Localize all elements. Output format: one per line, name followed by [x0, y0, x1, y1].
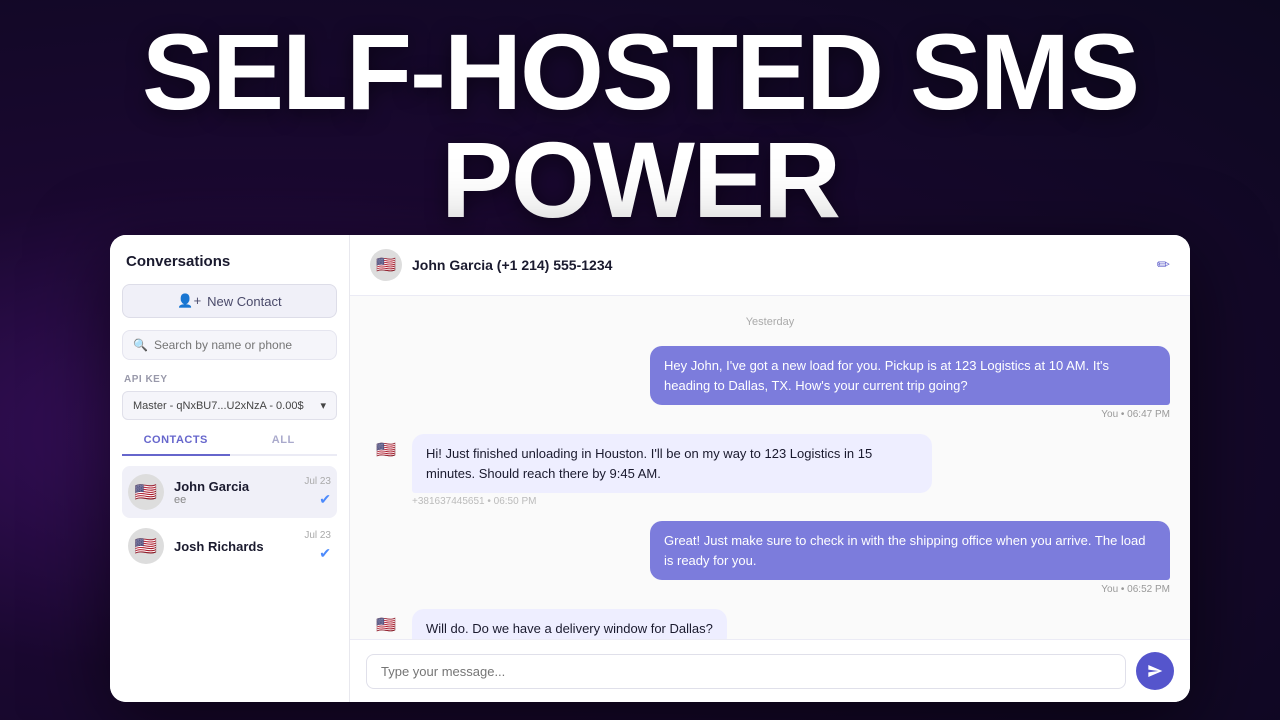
api-key-label: API KEY [122, 374, 337, 385]
search-box: 🔍 [122, 330, 337, 360]
msg-phone-time-2: +381637445651 • 06:50 PM [412, 496, 932, 507]
new-contact-label: New Contact [207, 294, 281, 309]
contact-name-josh-richards: Josh Richards [174, 539, 294, 554]
chat-input-area [350, 639, 1190, 702]
chat-area: 🇺🇸 John Garcia (+1 214) 555-1234 ✏ Yeste… [350, 235, 1190, 702]
msg-avatar-4: 🇺🇸 [370, 609, 402, 639]
avatar-josh-richards: 🇺🇸 [128, 528, 164, 564]
chat-header-name: John Garcia (+1 214) 555-1234 [412, 257, 1147, 273]
contact-item-josh-richards[interactable]: 🇺🇸 Josh Richards Jul 23 ✔ [122, 520, 337, 572]
tab-contacts[interactable]: CONTACTS [122, 434, 230, 456]
bubble-4: Will do. Do we have a delivery window fo… [412, 609, 727, 639]
msg-content-2: Hi! Just finished unloading in Houston. … [412, 434, 932, 507]
new-contact-button[interactable]: 👤+ New Contact [122, 284, 337, 318]
sidebar: Conversations 👤+ New Contact 🔍 API KEY M… [110, 235, 350, 702]
avatar-john-garcia: 🇺🇸 [128, 474, 164, 510]
contact-meta-josh-richards: Jul 23 ✔ [304, 530, 331, 562]
bubble-2: Hi! Just finished unloading in Houston. … [412, 434, 932, 493]
contact-list: 🇺🇸 John Garcia ee Jul 23 ✔ 🇺🇸 Josh Richa… [122, 466, 337, 572]
message-row-4: 🇺🇸 Will do. Do we have a delivery window… [370, 609, 1170, 639]
contact-badge-john-garcia: ✔ [319, 491, 331, 508]
msg-content-3: Great! Just make sure to check in with t… [650, 521, 1170, 595]
contact-item-john-garcia[interactable]: 🇺🇸 John Garcia ee Jul 23 ✔ [122, 466, 337, 518]
tab-all[interactable]: ALL [230, 434, 338, 454]
chat-messages: Yesterday Hey John, I've got a new load … [350, 296, 1190, 639]
contact-badge-josh-richards: ✔ [319, 545, 331, 562]
message-input[interactable] [366, 654, 1126, 689]
user-plus-icon: 👤+ [177, 293, 201, 309]
chat-header-avatar: 🇺🇸 [370, 249, 402, 281]
hero-title: SELF-HOSTED SMS POWER [0, 18, 1280, 234]
contact-date-josh-richards: Jul 23 [304, 530, 331, 541]
date-divider: Yesterday [370, 316, 1170, 328]
app-window: Conversations 👤+ New Contact 🔍 API KEY M… [110, 235, 1190, 702]
message-row-2: 🇺🇸 Hi! Just finished unloading in Housto… [370, 434, 1170, 507]
chevron-down-icon: ▾ [320, 399, 326, 412]
bubble-1: Hey John, I've got a new load for you. P… [650, 346, 1170, 405]
msg-content-1: Hey John, I've got a new load for you. P… [650, 346, 1170, 420]
contact-info-josh-richards: Josh Richards [174, 539, 294, 554]
msg-meta-3: You • 06:52 PM [1101, 584, 1170, 595]
sidebar-title: Conversations [122, 253, 337, 270]
search-icon: 🔍 [133, 338, 148, 352]
msg-avatar-2: 🇺🇸 [370, 434, 402, 466]
contact-info-john-garcia: John Garcia ee [174, 479, 294, 506]
message-row-1: Hey John, I've got a new load for you. P… [370, 346, 1170, 420]
message-row-3: Great! Just make sure to check in with t… [370, 521, 1170, 595]
send-icon [1147, 663, 1163, 679]
msg-content-4: Will do. Do we have a delivery window fo… [412, 609, 727, 639]
edit-icon[interactable]: ✏ [1157, 255, 1170, 275]
chat-header: 🇺🇸 John Garcia (+1 214) 555-1234 ✏ [350, 235, 1190, 296]
api-key-select[interactable]: Master - qNxBU7...U2xNzA - 0.00$ ▾ [122, 391, 337, 420]
msg-meta-1: You • 06:47 PM [1101, 409, 1170, 420]
search-input[interactable] [154, 338, 326, 352]
tabs-row: CONTACTS ALL [122, 434, 337, 456]
bubble-3: Great! Just make sure to check in with t… [650, 521, 1170, 580]
contact-meta-john-garcia: Jul 23 ✔ [304, 476, 331, 508]
send-button[interactable] [1136, 652, 1174, 690]
contact-date-john-garcia: Jul 23 [304, 476, 331, 487]
contact-preview-john-garcia: ee [174, 494, 294, 506]
contact-name-john-garcia: John Garcia [174, 479, 294, 494]
api-key-value: Master - qNxBU7...U2xNzA - 0.00$ [133, 400, 304, 412]
